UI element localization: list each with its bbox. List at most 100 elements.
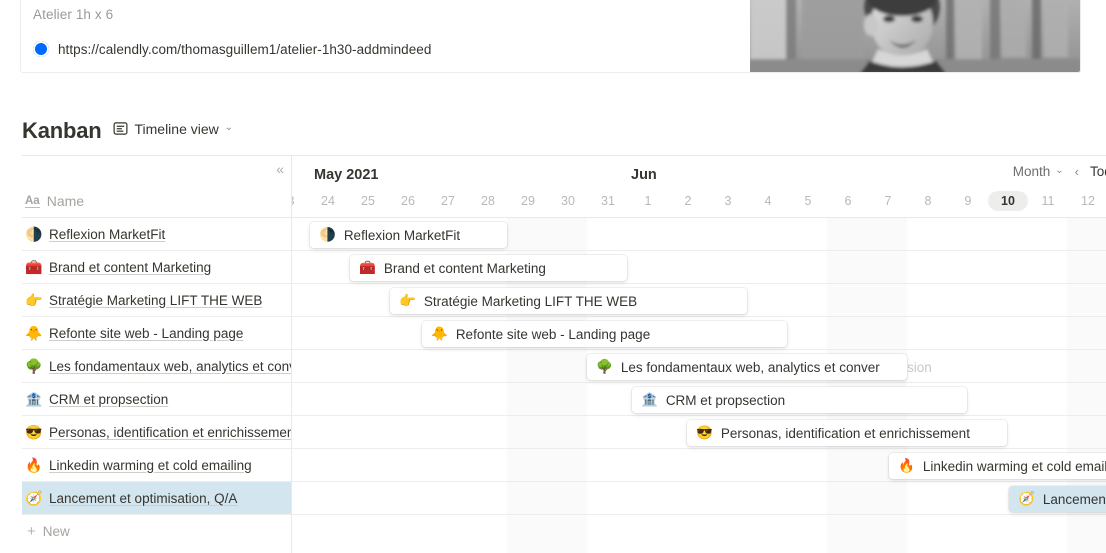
sidebar-header: « Aa Name: [22, 156, 291, 218]
timeline-bar-overflow-text: sion: [907, 359, 932, 375]
sidebar-task-row[interactable]: 😎 Personas, identification et enrichissem…: [22, 416, 291, 449]
task-emoji-icon: 🔥: [898, 458, 915, 474]
task-title[interactable]: Refonte site web - Landing page: [49, 326, 243, 341]
timeline-row: 🧭 Lancement et optimisation, Q/A: [292, 482, 1106, 515]
day-tick: 7: [884, 194, 892, 208]
column-header-name[interactable]: Aa Name: [25, 193, 84, 209]
sidebar-task-row[interactable]: 🐥 Refonte site web - Landing page: [22, 317, 291, 350]
timeline-bar-label: Brand et content Marketing: [383, 260, 546, 276]
timeline-body: 🌗 Reflexion MarketFit 🧰 Brand et content Ma…: [292, 218, 1106, 553]
timeline-bar[interactable]: 😎 Personas, identification et enrichissem…: [687, 420, 1007, 446]
day-tick: 30: [561, 194, 575, 208]
sidebar-task-row[interactable]: 🔥 Linkedin warming et cold emailing: [22, 449, 291, 482]
task-list-sidebar: « Aa Name 🌗 Reflexion MarketFit 🧰 Brand et …: [22, 156, 292, 553]
day-tick-today: 10: [988, 191, 1028, 211]
timeline-bar-label: Linkedin warming et cold emailing: [922, 458, 1106, 474]
timeline-bar[interactable]: 🧭 Lancement et optimisation, Q/A: [1009, 486, 1106, 512]
timeline-controls: Month ⌄ ‹ Today: [1013, 164, 1106, 179]
timeline-panel: May 2021Jun 3242526272829303112345678910…: [292, 156, 1106, 553]
task-emoji-icon: 🌗: [319, 227, 336, 243]
sidebar-task-row[interactable]: 🧭 Lancement et optimisation, Q/A: [22, 482, 291, 515]
sidebar-task-row[interactable]: 🌳 Les fondamentaux web, analytics et conv…: [22, 350, 291, 383]
task-emoji-icon: 🏦: [641, 392, 658, 408]
sidebar-task-row[interactable]: 🌗 Reflexion MarketFit: [22, 218, 291, 251]
timeline-bar-label: Stratégie Marketing LIFT THE WEB: [423, 293, 638, 309]
task-emoji-icon: 🌗: [25, 226, 43, 242]
timeline-bar[interactable]: 🧰 Brand et content Marketing: [350, 255, 627, 281]
timeline-bar[interactable]: 🌗 Reflexion MarketFit: [310, 222, 507, 248]
day-tick: 26: [401, 194, 415, 208]
task-emoji-icon: 🌳: [25, 358, 43, 374]
calendly-link[interactable]: https://calendly.com/thomasguillem1/atel…: [58, 42, 431, 57]
timeline-row: 🌳 Les fondamentaux web, analytics et conv…: [292, 350, 1106, 383]
sidebar-task-row[interactable]: 🏦 CRM et propsection: [22, 383, 291, 416]
page-title: Kanban: [22, 118, 102, 143]
day-tick: 5: [804, 194, 812, 208]
task-emoji-icon: 🧭: [1018, 491, 1035, 507]
previous-period-button[interactable]: ‹: [1075, 164, 1079, 179]
month-label: Jun: [631, 167, 657, 183]
task-emoji-icon: 🐥: [431, 326, 448, 342]
task-title[interactable]: Lancement et optimisation, Q/A: [49, 491, 237, 506]
timeline-bar[interactable]: 🌳 Les fondamentaux web, analytics et conv…: [587, 354, 907, 380]
timeline-bar[interactable]: 👉 Stratégie Marketing LIFT THE WEB: [390, 288, 747, 314]
day-tick: 27: [441, 194, 455, 208]
new-row-label: New: [42, 524, 70, 539]
scale-selector[interactable]: Month ⌄: [1013, 164, 1064, 179]
collapse-sidebar-button[interactable]: «: [276, 161, 284, 177]
scale-label: Month: [1012, 164, 1051, 179]
callout-card: Atelier 1h x 6 https://calendly.com/thom…: [20, 0, 1081, 73]
task-title[interactable]: Reflexion MarketFit: [49, 227, 165, 242]
task-emoji-icon: 😎: [696, 425, 713, 441]
column-header-label: Name: [46, 193, 85, 209]
day-tick: 28: [481, 194, 495, 208]
timeline-header: May 2021Jun 3242526272829303112345678910…: [292, 156, 1106, 218]
new-row-button[interactable]: + New: [22, 515, 291, 548]
timeline-bar-label: CRM et propsection: [665, 392, 786, 408]
day-tick: 4: [764, 194, 772, 208]
task-title[interactable]: Linkedin warming et cold emailing: [49, 458, 252, 473]
callout-title: Atelier 1h x 6: [33, 7, 114, 22]
timeline-bar[interactable]: 🔥 Linkedin warming et cold emailing: [889, 453, 1106, 479]
task-title[interactable]: CRM et propsection: [49, 392, 168, 407]
day-tick: 6: [844, 194, 852, 208]
day-tick: 25: [361, 194, 375, 208]
tab-timeline-view[interactable]: Timeline view ⌄: [113, 121, 233, 137]
task-title[interactable]: Stratégie Marketing LIFT THE WEB: [49, 293, 262, 308]
task-title[interactable]: Les fondamentaux web, analytics et conve…: [49, 359, 291, 374]
plus-icon: +: [27, 523, 36, 540]
task-emoji-icon: 👉: [399, 293, 416, 309]
task-emoji-icon: 🧰: [25, 259, 43, 275]
timeline-row: 🐥 Refonte site web - Landing page: [292, 317, 1106, 350]
today-button[interactable]: Today: [1090, 164, 1106, 179]
sidebar-row-list: 🌗 Reflexion MarketFit 🧰 Brand et content Ma…: [22, 218, 291, 515]
sidebar-task-row[interactable]: 👉 Stratégie Marketing LIFT THE WEB: [22, 284, 291, 317]
timeline-row: 🧰 Brand et content Marketing: [292, 251, 1106, 284]
task-emoji-icon: 🔥: [25, 457, 43, 473]
timeline-view-icon: [113, 121, 128, 136]
task-title[interactable]: Personas, identification et enrichisseme…: [49, 425, 291, 440]
timeline-view-label: Timeline view: [134, 120, 219, 137]
timeline-row-list: 🌗 Reflexion MarketFit 🧰 Brand et content Ma…: [292, 218, 1106, 515]
day-tick: 31: [601, 194, 615, 208]
day-tick: 24: [321, 194, 335, 208]
sidebar-task-row[interactable]: 🧰 Brand et content Marketing: [22, 251, 291, 284]
timeline-bar[interactable]: 🐥 Refonte site web - Landing page: [422, 321, 787, 347]
task-title[interactable]: Brand et content Marketing: [49, 260, 211, 275]
timeline-row: 🌗 Reflexion MarketFit: [292, 218, 1106, 251]
task-emoji-icon: 🧰: [359, 260, 376, 276]
timeline-table: « Aa Name 🌗 Reflexion MarketFit 🧰 Brand et …: [22, 155, 1106, 553]
task-emoji-icon: 😎: [25, 424, 43, 440]
timeline-row: 👉 Stratégie Marketing LIFT THE WEB: [292, 284, 1106, 317]
task-emoji-icon: 🧭: [25, 490, 43, 506]
chevron-down-icon[interactable]: ⌄: [225, 122, 233, 133]
timeline-row: 🏦 CRM et propsection: [292, 383, 1106, 416]
callout-link-row[interactable]: https://calendly.com/thomasguillem1/atel…: [33, 41, 431, 57]
task-emoji-icon: 👉: [25, 292, 43, 308]
timeline-bar-label: Personas, identification et enrichisseme…: [720, 425, 970, 441]
profile-photo: [750, 0, 1080, 72]
timeline-bar[interactable]: 🏦 CRM et propsection: [632, 387, 967, 413]
page-header: Kanban Timeline view ⌄: [22, 118, 233, 144]
chevron-down-icon[interactable]: ⌄: [1055, 165, 1063, 176]
task-emoji-icon: 🌳: [596, 359, 613, 375]
